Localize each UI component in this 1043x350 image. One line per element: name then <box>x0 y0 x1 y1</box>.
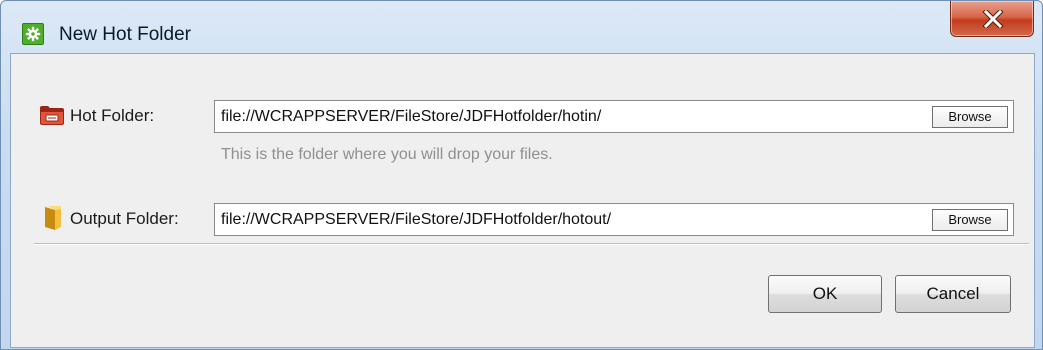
output-folder-browse-button[interactable]: Browse <box>932 209 1008 231</box>
dialog-window: New Hot Folder Hot Folder: Browse This i… <box>0 0 1043 350</box>
output-folder-field: Browse <box>214 203 1014 236</box>
close-button[interactable] <box>950 1 1034 37</box>
title-bar[interactable]: New Hot Folder <box>1 1 1042 51</box>
output-folder-input[interactable] <box>221 204 911 235</box>
yellow-folder-icon <box>43 205 63 236</box>
cancel-button[interactable]: Cancel <box>895 275 1011 313</box>
output-folder-label: Output Folder: <box>70 209 179 228</box>
close-icon <box>982 10 1004 28</box>
hot-folder-field: Browse <box>214 100 1014 133</box>
window-title: New Hot Folder <box>59 24 191 45</box>
hot-folder-browse-button[interactable]: Browse <box>932 106 1008 128</box>
gear-icon <box>22 23 44 45</box>
hot-folder-label: Hot Folder: <box>70 106 155 125</box>
ok-button[interactable]: OK <box>768 275 882 313</box>
red-folder-icon <box>39 104 65 131</box>
dialog-content: Hot Folder: Browse This is the folder wh… <box>10 53 1035 348</box>
divider <box>34 243 1029 245</box>
hot-folder-hint: This is the folder where you will drop y… <box>221 146 553 163</box>
hot-folder-input[interactable] <box>221 101 911 132</box>
